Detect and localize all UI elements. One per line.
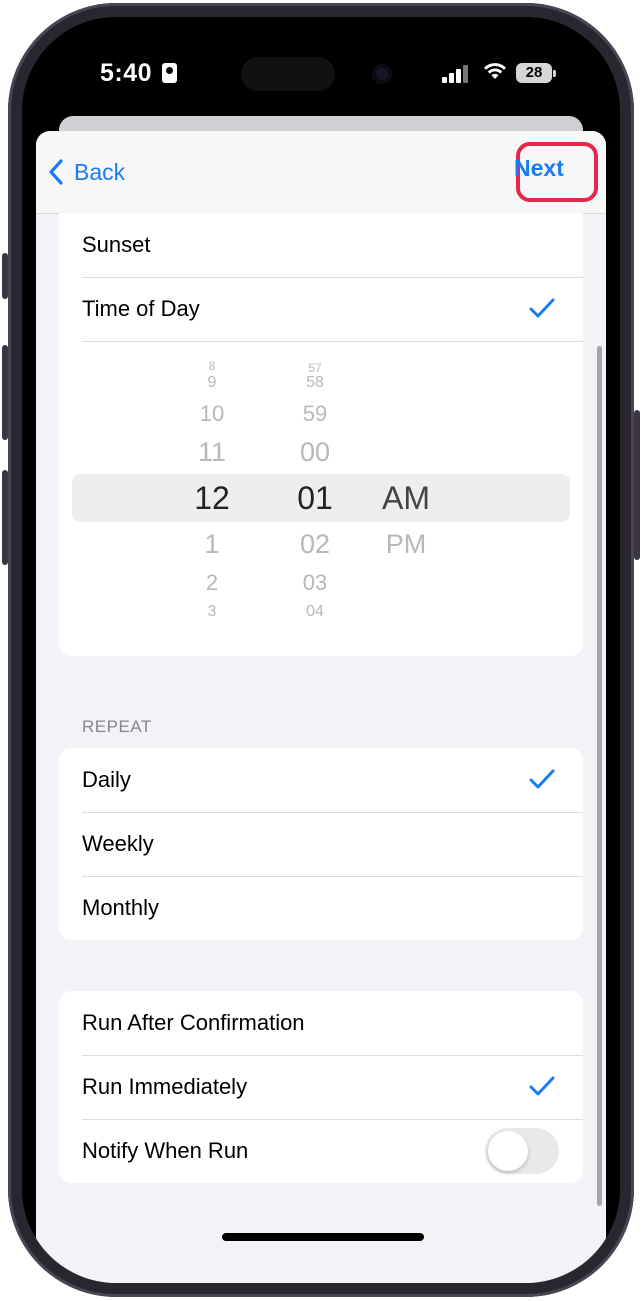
minute-option: 04 <box>306 603 324 620</box>
repeat-section-header: REPEAT <box>82 717 152 736</box>
phone-screen: 5:40 28 Back Next Sunset Time of Day 8 9… <box>22 17 620 1283</box>
trigger-options-group: Sunset Time of Day 8 9 10 11 12 1 2 3 57… <box>59 213 583 656</box>
hour-option: 11 <box>197 437 227 467</box>
option-time-of-day[interactable]: Time of Day <box>59 277 583 341</box>
option-sunset[interactable]: Sunset <box>59 213 583 277</box>
hour-option: 3 <box>207 603 217 620</box>
run-immediately[interactable]: Run Immediately <box>59 1055 583 1119</box>
toggle-knob <box>488 1131 528 1171</box>
notify-when-run: Notify When Run <box>59 1119 583 1183</box>
option-label: Run Immediately <box>82 1074 248 1099</box>
battery-icon: 28 <box>516 63 556 83</box>
checkmark-icon <box>529 769 555 789</box>
hour-option: 9 <box>207 374 217 391</box>
hour-option: 1 <box>204 529 220 559</box>
navigation-bar: Back Next <box>36 131 606 214</box>
hour-option: 10 <box>199 401 225 426</box>
repeat-group: Daily Weekly Monthly <box>59 748 583 940</box>
option-label: Run After Confirmation <box>82 1010 305 1035</box>
minute-option: 59 <box>302 401 328 426</box>
person-icon <box>162 63 177 83</box>
power-button <box>634 410 640 560</box>
run-after-confirmation[interactable]: Run After Confirmation <box>59 991 583 1055</box>
period-option: PM <box>385 529 427 559</box>
next-button[interactable]: Next <box>514 155 564 182</box>
repeat-weekly[interactable]: Weekly <box>59 812 583 876</box>
signal-icon <box>442 65 470 83</box>
time-picker[interactable]: 8 9 10 11 12 1 2 3 57 58 59 00 01 02 03 <box>59 341 583 656</box>
run-options-group: Run After Confirmation Run Immediately N… <box>59 991 583 1183</box>
option-label: Daily <box>82 767 131 792</box>
status-bar: 5:40 28 <box>22 17 620 129</box>
minute-option: 03 <box>302 570 328 595</box>
scrollbar[interactable] <box>597 346 602 1206</box>
status-time: 5:40 <box>100 59 153 87</box>
notify-toggle[interactable] <box>485 1128 559 1174</box>
repeat-daily[interactable]: Daily <box>59 748 583 812</box>
camera-icon <box>372 64 392 84</box>
option-label: Weekly <box>82 831 154 856</box>
option-label: Monthly <box>82 895 160 920</box>
hour-option: 2 <box>205 570 219 595</box>
automation-sheet: Back Next Sunset Time of Day 8 9 10 11 1… <box>36 131 606 1283</box>
home-indicator[interactable] <box>222 1233 424 1241</box>
option-label: Sunset <box>82 232 151 257</box>
chevron-left-icon <box>49 159 63 185</box>
minute-option: 00 <box>299 437 331 467</box>
back-button[interactable]: Back <box>48 155 125 189</box>
dynamic-island <box>241 57 335 91</box>
minute-option: 58 <box>306 374 324 391</box>
checkmark-icon <box>529 1076 555 1096</box>
minute-selected: 01 <box>297 480 333 516</box>
checkmark-icon <box>529 298 555 318</box>
minute-option: 02 <box>299 529 331 559</box>
period-selected: AM <box>382 480 430 516</box>
repeat-monthly[interactable]: Monthly <box>59 876 583 940</box>
option-label: Time of Day <box>82 296 200 321</box>
back-label: Back <box>74 158 126 185</box>
option-label: Notify When Run <box>82 1138 249 1163</box>
hour-selected: 12 <box>194 480 230 516</box>
wifi-icon <box>484 63 506 79</box>
